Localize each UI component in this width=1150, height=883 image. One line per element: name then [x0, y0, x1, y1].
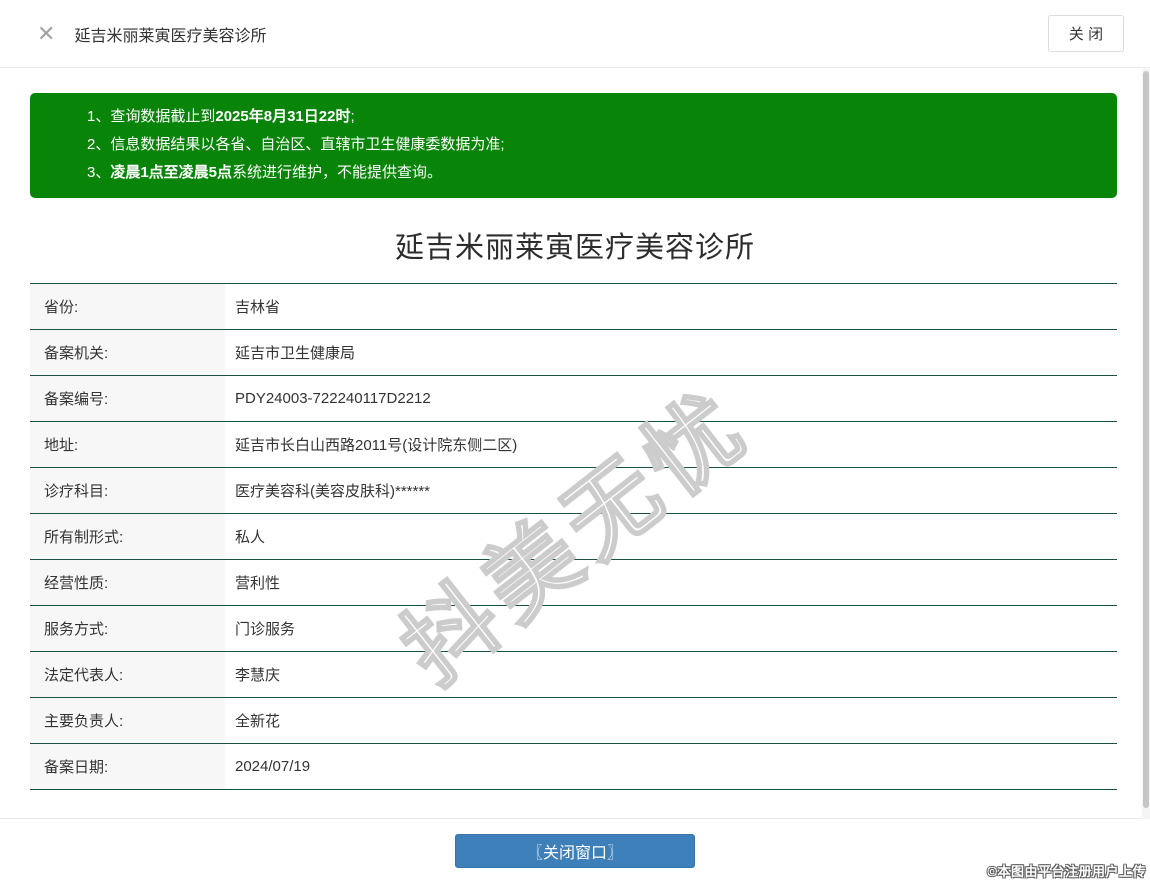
table-row: 省份: 吉林省: [30, 284, 1117, 330]
row-label: 省份:: [30, 284, 225, 329]
row-value: 私人: [235, 529, 266, 546]
row-value: 李慧庆: [235, 667, 281, 684]
notice-line: 1、查询数据截止到2025年8月31日22时;: [87, 103, 1097, 131]
info-table: 省份: 吉林省 备案机关: 延吉市卫生健康局 备案编号: PDY24003-72…: [30, 283, 1117, 790]
table-row: 备案日期: 2024/07/19: [30, 744, 1117, 790]
notice-box: 1、查询数据截止到2025年8月31日22时; 2、信息数据结果以各省、自治区、…: [30, 93, 1117, 198]
row-label: 所有制形式:: [30, 514, 225, 559]
row-value: 吉林省: [235, 299, 281, 316]
table-row: 经营性质: 营利性: [30, 560, 1117, 606]
dialog-header: ✕ 延吉米丽莱寅医疗美容诊所 关 闭: [0, 0, 1150, 68]
scrollbar[interactable]: [1142, 69, 1150, 819]
row-label: 备案机关:: [30, 330, 225, 375]
table-row: 地址: 延吉市长白山西路2011号(设计院东侧二区): [30, 422, 1117, 468]
notice-line: 3、凌晨1点至凌晨5点系统进行维护，不能提供查询。: [87, 159, 1097, 187]
table-row: 法定代表人: 李慧庆: [30, 652, 1117, 698]
footer: 〖关闭窗口〗: [0, 819, 1150, 882]
copyright-note: ©本图由平台注册用户上传: [987, 864, 1146, 879]
dialog-title: 延吉米丽莱寅医疗美容诊所: [74, 27, 267, 45]
notice-line-text: 信息数据结果以各省、自治区、直辖市卫生健康委数据为准;: [110, 136, 505, 153]
page-title: 延吉米丽莱寅医疗美容诊所: [394, 232, 755, 264]
notice-line-text: ;: [350, 108, 355, 125]
row-label: 主要负责人:: [30, 698, 225, 743]
notice-line-number: 1、: [87, 108, 111, 125]
notice-line: 2、信息数据结果以各省、自治区、直辖市卫生健康委数据为准;: [87, 131, 1097, 159]
table-row: 主要负责人: 全新花: [30, 698, 1117, 744]
row-value: 门诊服务: [235, 621, 296, 638]
row-value: PDY24003-722240117D2212: [235, 390, 431, 407]
row-value: 医疗美容科(美容皮肤科)******: [235, 483, 431, 500]
dialog-content: 1、查询数据截止到2025年8月31日22时; 2、信息数据结果以各省、自治区、…: [0, 93, 1150, 790]
table-row: 服务方式: 门诊服务: [30, 606, 1117, 652]
table-row: 备案编号: PDY24003-722240117D2212: [30, 376, 1117, 422]
notice-line-text: 查询数据截止到: [110, 108, 216, 125]
row-label: 诊疗科目:: [30, 468, 225, 513]
row-value: 营利性: [235, 575, 281, 592]
table-row: 备案机关: 延吉市卫生健康局: [30, 330, 1117, 376]
notice-line-text: 系统进行维护，不能提供查询。: [232, 164, 443, 181]
row-label: 备案编号:: [30, 376, 225, 421]
row-label: 服务方式:: [30, 606, 225, 651]
notice-line-number: 3、: [87, 164, 111, 181]
scrollbar-thumb[interactable]: [1143, 71, 1149, 808]
table-row: 诊疗科目: 医疗美容科(美容皮肤科)******: [30, 468, 1117, 514]
row-value: 2024/07/19: [235, 758, 311, 775]
row-value: 延吉市长白山西路2011号(设计院东侧二区): [235, 437, 518, 454]
close-icon[interactable]: ✕: [37, 22, 55, 45]
notice-line-bold: 凌晨1点至凌晨5点: [110, 164, 233, 181]
close-button[interactable]: 关 闭: [1048, 15, 1124, 52]
close-window-button[interactable]: 〖关闭窗口〗: [455, 834, 695, 868]
row-value: 全新花: [235, 713, 281, 730]
notice-line-bold: 2025年8月31日22时: [215, 108, 351, 125]
row-label: 地址:: [30, 422, 225, 467]
table-row: 所有制形式: 私人: [30, 514, 1117, 560]
row-value: 延吉市卫生健康局: [235, 345, 356, 362]
row-label: 法定代表人:: [30, 652, 225, 697]
notice-line-number: 2、: [87, 136, 111, 153]
row-label: 经营性质:: [30, 560, 225, 605]
row-label: 备案日期:: [30, 744, 225, 789]
